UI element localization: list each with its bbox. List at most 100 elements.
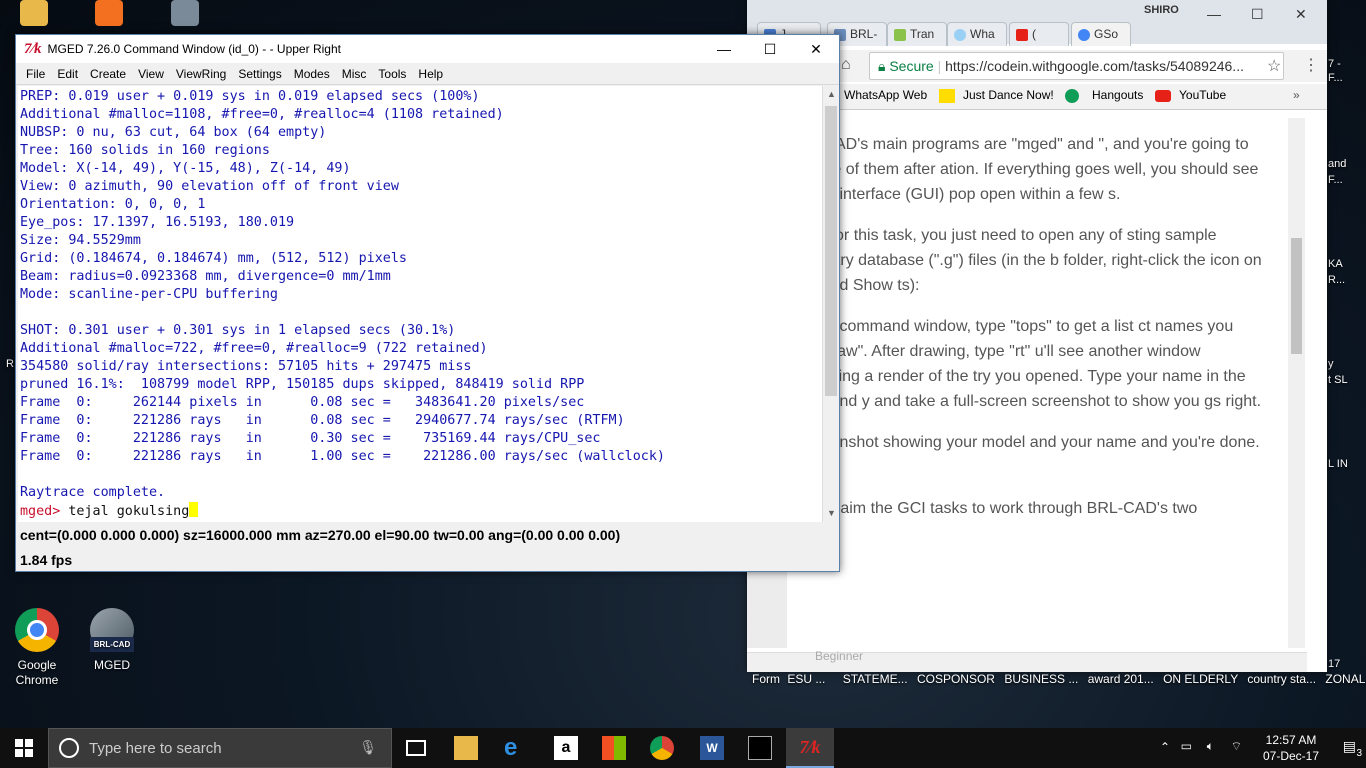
start-button[interactable] [0,728,48,768]
menu-modes[interactable]: Modes [288,67,336,81]
desktop-file[interactable]: BUSINESS ... [1004,672,1078,686]
more-bookmarks-icon[interactable]: » [1293,88,1300,102]
mged-menubar: File Edit Create View ViewRing Settings … [16,63,839,85]
bookmark-just-dance[interactable]: Just Dance Now! [963,88,1054,102]
folder-icon[interactable] [20,0,48,26]
avast-icon[interactable] [95,0,124,26]
windows-logo-icon [15,739,33,757]
desktop-file[interactable]: STATEME... [843,672,908,686]
desktop-file[interactable]: ESU ... [787,672,825,686]
wifi-icon[interactable]: ⌔ [1231,739,1242,754]
chrome-menu-icon[interactable]: ⋮ [1303,55,1319,75]
power-icon[interactable]: ▭ [1181,739,1192,753]
taskbar-cmd[interactable] [736,728,784,768]
address-bar[interactable]: 🔒︎ Secure | https://codein.withgoogle.co… [869,52,1284,80]
desktop-file[interactable]: COSPONSOR [917,672,995,686]
scroll-down-icon[interactable]: ▼ [823,505,840,522]
desktop-icon-chrome[interactable]: Google Chrome [5,608,69,688]
paragraph: BRL-CAD's main programs are "mged" and "… [787,136,1259,203]
command-line[interactable]: mged> tejal gokulsing [20,502,823,521]
chrome-icon [15,608,59,652]
maximize-icon[interactable]: ☐ [1251,6,1264,23]
console-output: PREP: 0.019 user + 0.019 sys in 0.019 el… [20,89,665,500]
desktop-file[interactable]: ZONAL QO... [1325,672,1366,686]
app-icon[interactable] [170,0,199,26]
just-dance-icon [939,89,955,103]
mged-titlebar[interactable]: 7⁄k MGED 7.26.0 Command Window (id_0) - … [16,35,839,63]
taskbar-store[interactable] [590,728,638,768]
horizontal-scrollbar[interactable]: Beginner [747,649,1307,672]
desktop-label: L IN [1328,458,1348,470]
taskbar-amazon[interactable]: a [542,728,590,768]
taskbar-search[interactable]: Type here to search 🎙︎ [48,728,392,768]
text-cursor [189,502,199,517]
chrome-tab[interactable]: Tran [887,22,947,46]
desktop-label: F... [1328,174,1343,186]
home-icon[interactable]: ⌂ [841,56,851,74]
task-view-button[interactable] [392,728,440,768]
brlcad-icon [90,608,134,652]
menu-settings[interactable]: Settings [232,67,287,81]
menu-create[interactable]: Create [84,67,132,81]
desktop-file[interactable]: Form [752,672,780,686]
close-icon[interactable]: ✕ [1295,6,1307,23]
menu-view[interactable]: View [132,67,170,81]
chrome-tab[interactable]: Wha [947,22,1007,46]
desktop-file[interactable]: ON ELDERLY [1163,672,1238,686]
scroll-up-icon[interactable]: ▲ [823,86,840,103]
mged-console[interactable]: PREP: 0.019 user + 0.019 sys in 0.019 el… [18,86,823,522]
mged-command-window[interactable]: 7⁄k MGED 7.26.0 Command Window (id_0) - … [15,34,840,572]
edge-icon: e [504,734,518,761]
bookmark-whatsapp[interactable]: WhatsApp Web [844,88,927,102]
bookmark-hangouts[interactable]: Hangouts [1092,88,1143,102]
scrollbar-thumb[interactable] [825,106,837,396]
microphone-icon[interactable]: 🎙︎ [359,739,377,756]
desktop-top-icons [20,0,243,34]
view-status-line: cent=(0.000 0.000 0.000) sz=16000.000 mm… [20,527,621,543]
command-input[interactable]: tejal gokulsing [60,504,189,519]
chrome-tab[interactable]: ( [1009,22,1069,46]
chrome-tab[interactable]: GSo [1071,22,1131,46]
desktop-label: KA [1328,258,1343,270]
bookmark-star-icon[interactable]: ☆ [1267,56,1281,76]
taskbar-file-explorer[interactable] [442,728,490,768]
taskbar-edge[interactable]: e [492,728,540,768]
notification-icon[interactable]: ▤ [1343,738,1356,755]
taskbar-word[interactable]: W [688,728,736,768]
folder-icon [454,736,478,760]
bookmark-youtube[interactable]: YouTube [1179,88,1226,102]
paragraph: anic! For this task, you just need to op… [787,227,1262,294]
desktop-file[interactable]: award 201... [1088,672,1154,686]
menu-misc[interactable]: Misc [336,67,373,81]
desktop-file[interactable]: country sta... [1247,672,1316,686]
taskbar: Type here to search 🎙︎ e a W 7⁄k ⌃ ▭ 🔈︎ … [0,728,1366,768]
menu-tools[interactable]: Tools [372,67,412,81]
tk-logo-icon: 7⁄k [799,737,821,757]
mged-prompt: mged> [20,504,61,519]
taskbar-mged[interactable]: 7⁄k [786,728,834,768]
paragraph: MGED command window, type "tops" to get … [787,318,1262,410]
tray-chevron-icon[interactable]: ⌃ [1160,740,1170,754]
chrome-profile-name[interactable]: SHIRO [1144,4,1179,16]
console-scrollbar[interactable]: ▲ ▼ [822,86,839,522]
desktop-icon-label: Chrome [15,673,59,687]
fps-readout: 1.84 fps [20,552,73,568]
notification-count: 3 [1356,748,1362,759]
page-scrollbar[interactable] [1288,118,1305,648]
menu-file[interactable]: File [20,67,51,81]
taskbar-clock[interactable]: 12:57 AM 07-Dec-17 [1256,732,1326,764]
minimize-icon[interactable]: — [701,35,747,63]
scrollbar-thumb[interactable] [1291,238,1302,354]
menu-edit[interactable]: Edit [51,67,84,81]
desktop-label: R [6,358,14,370]
desktop-icon-mged[interactable]: MGED [80,608,144,673]
desktop-label: and [1328,158,1347,170]
maximize-icon[interactable]: ☐ [747,35,793,63]
desktop-label: t SL [1328,374,1348,386]
menu-viewring[interactable]: ViewRing [170,67,232,81]
minimize-icon[interactable]: — [1207,6,1221,22]
taskbar-chrome[interactable] [638,728,686,768]
volume-icon[interactable]: 🔈︎ [1207,739,1214,754]
menu-help[interactable]: Help [412,67,449,81]
close-icon[interactable]: ✕ [793,35,839,63]
